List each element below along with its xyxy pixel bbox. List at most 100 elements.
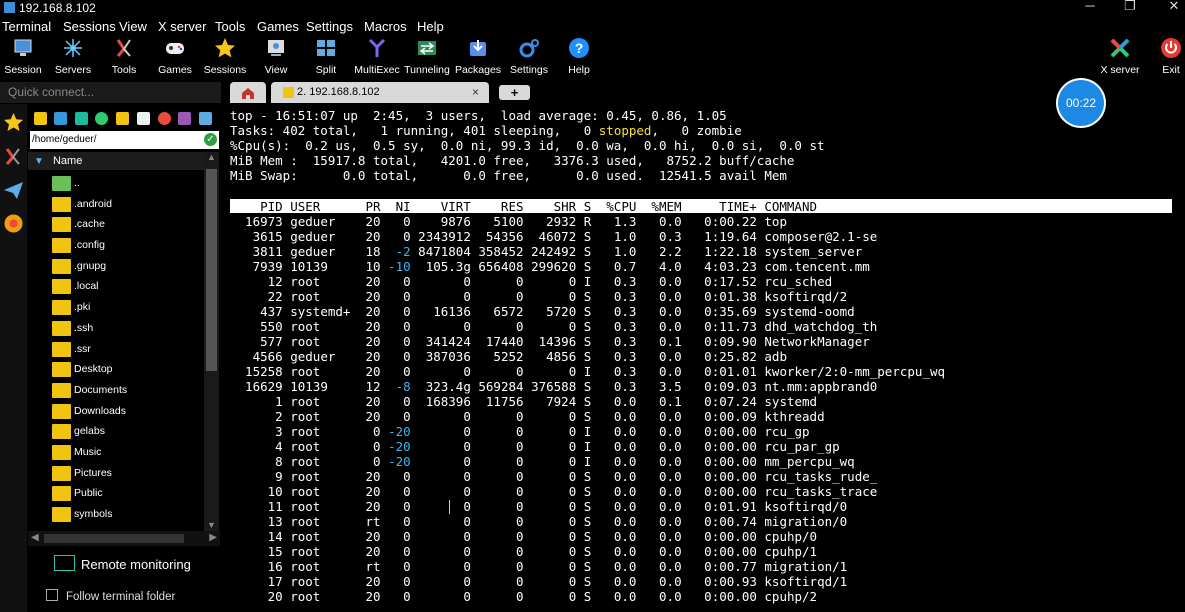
refresh-icon[interactable] xyxy=(95,112,108,125)
session-tab[interactable]: 2. 192.168.8.102 × xyxy=(271,82,489,103)
list-item[interactable]: symbols xyxy=(52,505,202,526)
cell-cpu: 0.0 xyxy=(591,544,637,559)
settings-button[interactable]: Settings xyxy=(505,36,553,78)
menu-tools[interactable]: Tools xyxy=(215,19,245,34)
cell-ni: 0 xyxy=(380,469,411,484)
exit-button[interactable]: Exit xyxy=(1147,36,1185,78)
tools-tab-icon[interactable] xyxy=(3,146,24,167)
download-icon[interactable] xyxy=(54,112,67,125)
checkbox-box[interactable] xyxy=(46,589,58,601)
xserver-button[interactable]: X server xyxy=(1096,36,1144,78)
sessions-button[interactable]: Sessions xyxy=(201,36,249,78)
upload-icon[interactable] xyxy=(75,112,88,125)
multiexec-button[interactable]: MultiExec xyxy=(353,36,401,78)
path-input[interactable]: /home/geduer/ ✓ xyxy=(30,131,219,149)
cell-mem: 0.0 xyxy=(636,514,682,529)
cell-cmd: kthreadd xyxy=(756,409,825,424)
favorites-star-icon[interactable] xyxy=(3,112,24,133)
horizontal-scrollbar[interactable]: ◀ ▶ xyxy=(28,531,220,546)
tools-button[interactable]: Tools xyxy=(100,36,148,78)
cell-ni: 0 xyxy=(380,409,411,424)
cell-res: 0 xyxy=(470,439,524,454)
minimize-button[interactable]: ─ xyxy=(1077,0,1103,14)
cell-ni: 0 xyxy=(380,514,411,529)
menu-xserver[interactable]: X server xyxy=(158,19,206,34)
rename-icon[interactable] xyxy=(178,112,191,125)
remote-monitoring-button[interactable]: Remote monitoring xyxy=(54,555,191,572)
list-item[interactable]: gelabs xyxy=(52,422,202,443)
list-item[interactable]: Public xyxy=(52,484,202,505)
tunneling-button[interactable]: Tunneling xyxy=(403,36,451,78)
view-button[interactable]: View xyxy=(252,36,300,78)
list-item[interactable]: Pictures xyxy=(52,464,202,485)
menu-games[interactable]: Games xyxy=(257,19,299,34)
file-list-scrollbar[interactable]: ▲ ▼ xyxy=(204,152,219,532)
list-item[interactable]: .ssh xyxy=(52,319,202,340)
cell-mem: 0.0 xyxy=(636,349,682,364)
split-icon xyxy=(317,40,335,56)
scroll-left-icon[interactable]: ◀ xyxy=(31,532,39,543)
split-button[interactable]: Split xyxy=(302,36,350,78)
session-button[interactable]: Session xyxy=(0,36,47,78)
maximize-button[interactable]: ❐ xyxy=(1117,0,1143,14)
new-file-icon[interactable] xyxy=(137,112,150,125)
close-window-button[interactable]: ✕ xyxy=(1161,0,1185,14)
list-item[interactable]: Downloads xyxy=(52,402,202,423)
games-button[interactable]: Games xyxy=(151,36,199,78)
folder-up-icon[interactable] xyxy=(34,112,47,125)
follow-terminal-folder-checkbox[interactable]: Follow terminal folder xyxy=(46,589,175,603)
list-item[interactable]: Documents xyxy=(52,381,202,402)
list-item[interactable]: .ssr xyxy=(52,340,202,361)
view-label: View xyxy=(264,64,288,76)
menu-sessions[interactable]: Sessions xyxy=(63,19,116,34)
packages-label: Packages xyxy=(454,64,502,76)
cell-user: root xyxy=(290,439,358,454)
cell-shr: 0 xyxy=(523,514,577,529)
home-tab[interactable] xyxy=(230,82,266,103)
permissions-icon[interactable] xyxy=(199,112,212,125)
list-item[interactable]: .android xyxy=(52,195,202,216)
list-item[interactable]: .gnupg xyxy=(52,257,202,278)
list-item[interactable]: .pki xyxy=(52,298,202,319)
menu-help[interactable]: Help xyxy=(417,19,444,34)
table-row: 15258 root 20 0 0 0 0 I 0.3 0.0 0:01.01 … xyxy=(230,364,945,379)
cell-mem: 0.0 xyxy=(636,454,682,469)
terminal-output[interactable]: top - 16:51:07 up 2:45, 3 users, load av… xyxy=(225,104,1174,612)
servers-button[interactable]: Servers xyxy=(49,36,97,78)
hscrollbar-thumb[interactable] xyxy=(44,534,184,543)
delete-icon[interactable] xyxy=(158,112,171,125)
list-item[interactable]: .. xyxy=(52,174,202,195)
name-column-header[interactable]: ▼ Name xyxy=(28,152,204,170)
session-timer[interactable]: 00:22 xyxy=(1058,80,1104,126)
scroll-right-icon[interactable]: ▶ xyxy=(209,532,217,543)
list-item[interactable]: .cache xyxy=(52,215,202,236)
column-header-label: Name xyxy=(52,155,83,167)
menu-settings[interactable]: Settings xyxy=(306,19,353,34)
list-item[interactable]: .config xyxy=(52,236,202,257)
menu-macros[interactable]: Macros xyxy=(364,19,407,34)
packages-button[interactable]: Packages xyxy=(454,36,502,78)
scrollbar-thumb[interactable] xyxy=(206,169,217,371)
new-tab-button[interactable]: + xyxy=(499,85,530,100)
list-item[interactable]: Desktop xyxy=(52,360,202,381)
send-icon[interactable] xyxy=(3,180,24,201)
new-folder-icon[interactable] xyxy=(116,112,129,125)
scroll-up-icon[interactable]: ▲ xyxy=(204,152,219,164)
menu-view[interactable]: View xyxy=(119,19,147,34)
cell-time: 0:01.91 xyxy=(681,499,757,514)
help-button[interactable]: ? Help xyxy=(555,36,603,78)
cell-pr: 20 xyxy=(357,304,381,319)
menu-terminal[interactable]: Terminal xyxy=(2,19,51,34)
cell-s: S xyxy=(576,544,592,559)
list-item[interactable]: .local xyxy=(52,277,202,298)
close-tab-icon[interactable]: × xyxy=(472,82,479,103)
sftp-icon[interactable] xyxy=(3,213,24,234)
cpu-line: %Cpu(s): 0.2 us, 0.5 sy, 0.0 ni, 99.3 id… xyxy=(230,138,825,153)
sftp-sidebar: /home/geduer/ ✓ ▼ Name .. .android .cach… xyxy=(28,104,220,612)
list-item[interactable]: Music xyxy=(52,443,202,464)
cell-pid: 3 xyxy=(230,424,283,439)
cell-ni: 0 xyxy=(380,364,411,379)
cell-res: 54356 xyxy=(470,229,524,244)
checkmark-icon[interactable]: ✓ xyxy=(204,133,217,146)
quick-connect-input[interactable]: Quick connect... xyxy=(0,82,221,103)
